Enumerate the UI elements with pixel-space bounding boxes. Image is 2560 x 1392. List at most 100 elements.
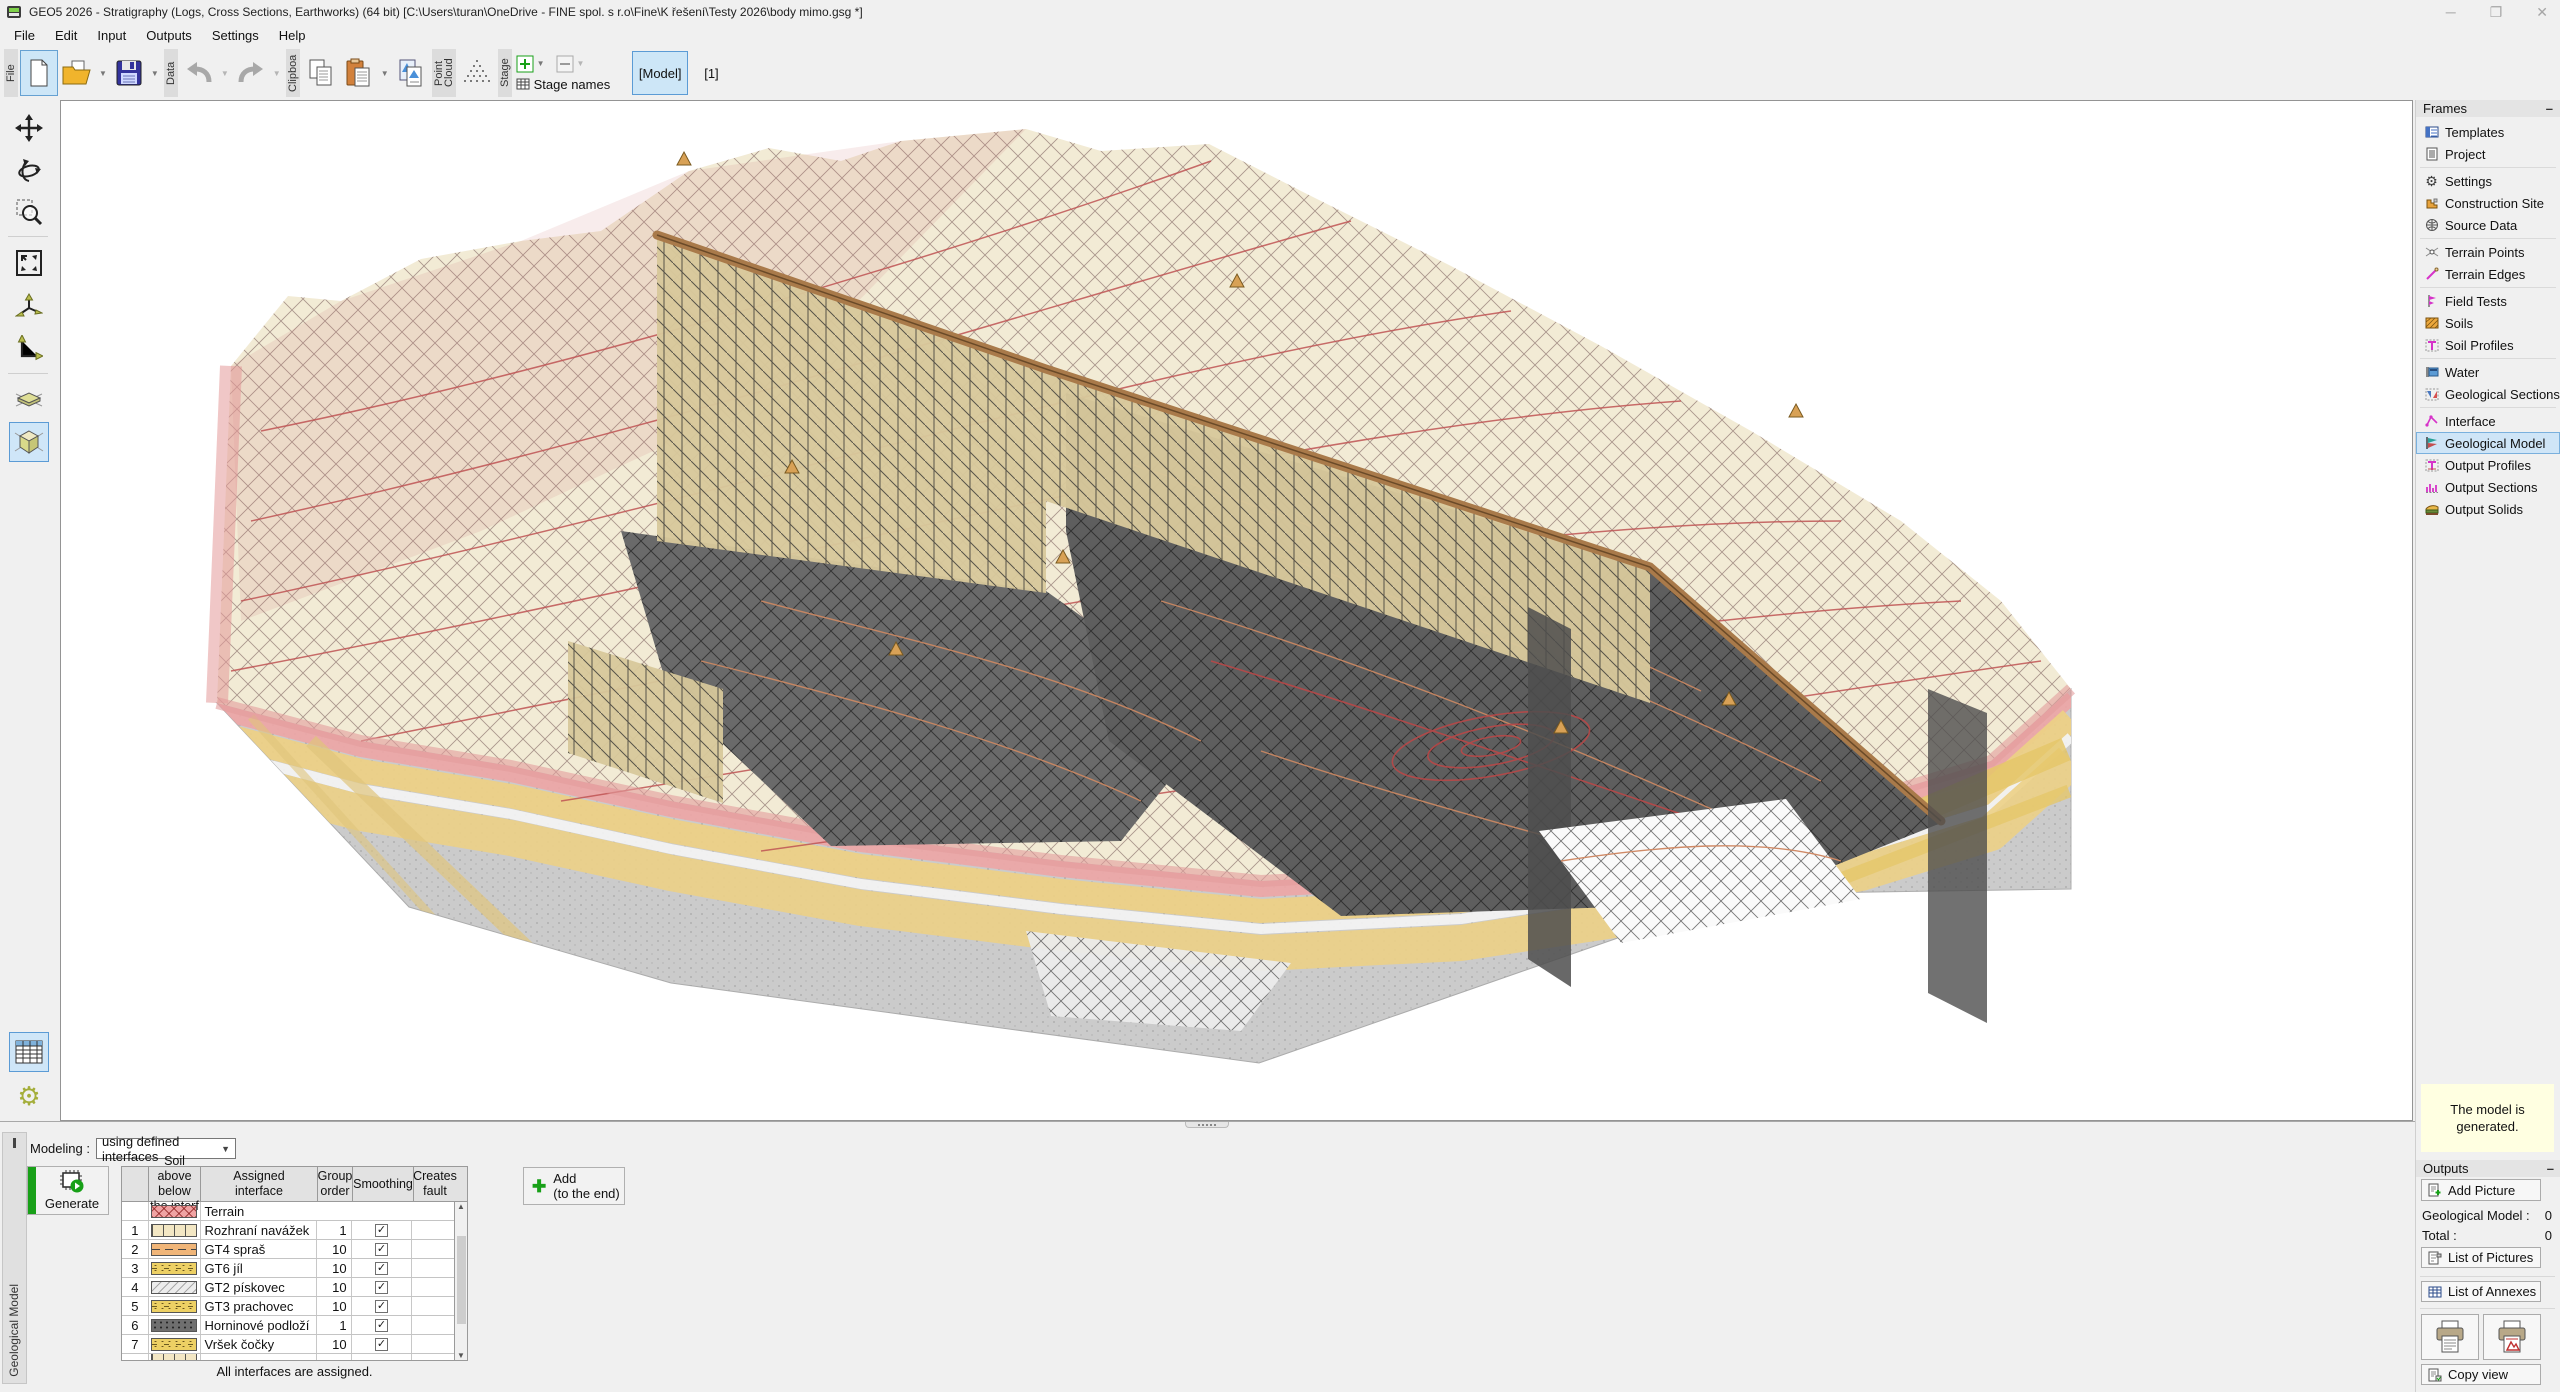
smoothing-checkbox[interactable]: ✓ [375,1300,388,1313]
smoothing-checkbox[interactable]: ✓ [375,1224,388,1237]
minimize-button[interactable]: ─ [2446,4,2456,20]
frame-item-output-sections[interactable]: Output Sections [2416,476,2560,498]
menu-edit[interactable]: Edit [45,25,87,46]
frame-item-construction-site[interactable]: Construction Site [2416,192,2560,214]
remove-stage-button[interactable] [556,55,574,73]
table-row-4[interactable]: 4 GT2 pískovec 10 ✓ [122,1278,454,1297]
frame-item-geological-sections[interactable]: Geological Sections [2416,383,2560,405]
axonometric-view-button[interactable] [9,422,49,462]
add-picture-button[interactable]: Add Picture [2421,1179,2541,1201]
toolbar-group-file-label: File [4,49,18,97]
copy-picture-icon [397,58,425,88]
view-settings-button[interactable]: ⚙ [9,1076,49,1116]
axes-2d-button[interactable] [9,329,49,369]
stage-names-button[interactable]: Stage names [516,77,611,92]
print-picture-button[interactable] [2483,1314,2541,1360]
geological-model-tab[interactable]: Geological Model [2,1132,27,1384]
zoom-window-tool-button[interactable] [9,192,49,232]
menu-outputs[interactable]: Outputs [136,25,202,46]
menu-help[interactable]: Help [269,25,316,46]
table-row-2[interactable]: 2 GT4 spraš 10 ✓ [122,1240,454,1259]
remove-stage-caret[interactable]: ▼ [577,59,585,68]
table-row-7[interactable]: 7 Vršek čočky 10 ✓ [122,1335,454,1354]
generate-icon [59,1170,85,1194]
scrollbar-thumb[interactable] [457,1236,466,1324]
rotate-tool-button[interactable] [9,150,49,190]
menu-settings[interactable]: Settings [202,25,269,46]
scroll-up-arrow[interactable]: ▲ [457,1202,465,1211]
open-dropdown-caret[interactable]: ▼ [99,69,107,78]
soil-swatch [151,1319,197,1332]
title-bar: GEO5 2026 - Stratigraphy (Logs, Cross Se… [0,0,2560,24]
generate-button[interactable]: Generate [27,1166,109,1215]
save-dropdown-caret[interactable]: ▼ [151,69,159,78]
open-file-button[interactable] [58,50,96,96]
table-row-1[interactable]: 1 Rozhraní navážek 1 ✓ [122,1221,454,1240]
print-document-button[interactable] [2421,1314,2479,1360]
geological-model-tab-label: Geological Model [7,1284,21,1377]
axes-3d-button[interactable] [9,287,49,327]
smoothing-checkbox[interactable]: ✓ [375,1243,388,1256]
frame-item-output-profiles[interactable]: Output Profiles [2416,454,2560,476]
frame-item-project[interactable]: Project [2416,143,2560,165]
frame-item-water[interactable]: Water [2416,361,2560,383]
add-to-end-button[interactable]: ✚ Add(to the end) [523,1167,625,1205]
frame-item-geological-model[interactable]: Geological Model [2416,432,2560,454]
paste-button[interactable] [340,50,378,96]
perspective-view-button[interactable] [9,380,49,420]
paste-dropdown-caret[interactable]: ▼ [381,69,389,78]
undo-button[interactable] [180,50,218,96]
smoothing-checkbox[interactable]: ✓ [375,1319,388,1332]
undo-dropdown-caret[interactable]: ▼ [221,69,229,78]
fit-to-screen-button[interactable] [9,243,49,283]
frames-collapse-button[interactable]: – [2546,101,2553,116]
outputs-collapse-button[interactable]: – [2547,1161,2554,1176]
close-button[interactable]: ✕ [2536,4,2548,21]
list-of-pictures-button[interactable]: List of Pictures [2421,1247,2541,1268]
soil-swatch [151,1243,197,1256]
add-stage-caret[interactable]: ▼ [537,59,545,68]
smoothing-checkbox[interactable]: ✓ [375,1281,388,1294]
point-cloud-button[interactable] [458,50,496,96]
paste-icon [345,58,373,88]
pan-icon [15,114,43,142]
copy-picture-button[interactable] [392,50,430,96]
smoothing-checkbox[interactable]: ✓ [375,1262,388,1275]
save-button[interactable] [110,50,148,96]
redo-button[interactable] [232,50,270,96]
scroll-down-arrow[interactable]: ▼ [457,1351,465,1360]
copy-view-button[interactable]: Copy view [2421,1364,2541,1385]
horizontal-splitter[interactable] [0,1121,2415,1128]
model-stage-button[interactable]: [Model] [632,51,688,95]
frame-item-terrain-edges[interactable]: Terrain Edges [2416,263,2560,285]
menu-file[interactable]: File [4,25,45,46]
frame-item-source-data[interactable]: Source Data [2416,214,2560,236]
frame-item-interface[interactable]: Interface [2416,410,2560,432]
frame-item-output-solids[interactable]: Output Solids [2416,498,2560,520]
copy-button[interactable] [302,50,340,96]
pan-tool-button[interactable] [9,108,49,148]
add-stage-button[interactable] [516,55,534,73]
menu-input[interactable]: Input [87,25,136,46]
frame-item-templates[interactable]: Templates [2416,121,2560,143]
frame-item-soil-profiles[interactable]: Soil Profiles [2416,334,2560,356]
table-row-5[interactable]: 5 GT3 prachovec 10 ✓ [122,1297,454,1316]
redo-dropdown-caret[interactable]: ▼ [273,69,281,78]
smoothing-checkbox[interactable]: ✓ [375,1338,388,1351]
list-of-pictures-icon [2428,1251,2442,1265]
new-file-button[interactable] [20,50,58,96]
frame-item-terrain-points[interactable]: Terrain Points [2416,241,2560,263]
table-row-terrain[interactable]: Terrain [122,1202,454,1221]
water-icon [2424,365,2439,380]
model-viewport[interactable] [60,100,2413,1121]
frame-item-field-tests[interactable]: Field Tests [2416,290,2560,312]
table-view-button[interactable] [9,1032,49,1072]
model-status-message: The model is generated. [2421,1084,2554,1152]
frame-item-soils[interactable]: Soils [2416,312,2560,334]
restore-button[interactable]: ❐ [2490,4,2503,21]
table-row-6[interactable]: 6 Horninové podloží 1 ✓ [122,1316,454,1335]
list-of-annexes-button[interactable]: List of Annexes [2421,1281,2541,1302]
table-row-3[interactable]: 3 GT6 jíl 10 ✓ [122,1259,454,1278]
table-scrollbar[interactable]: ▲ ▼ [454,1202,467,1360]
frame-item-settings[interactable]: ⚙Settings [2416,170,2560,192]
